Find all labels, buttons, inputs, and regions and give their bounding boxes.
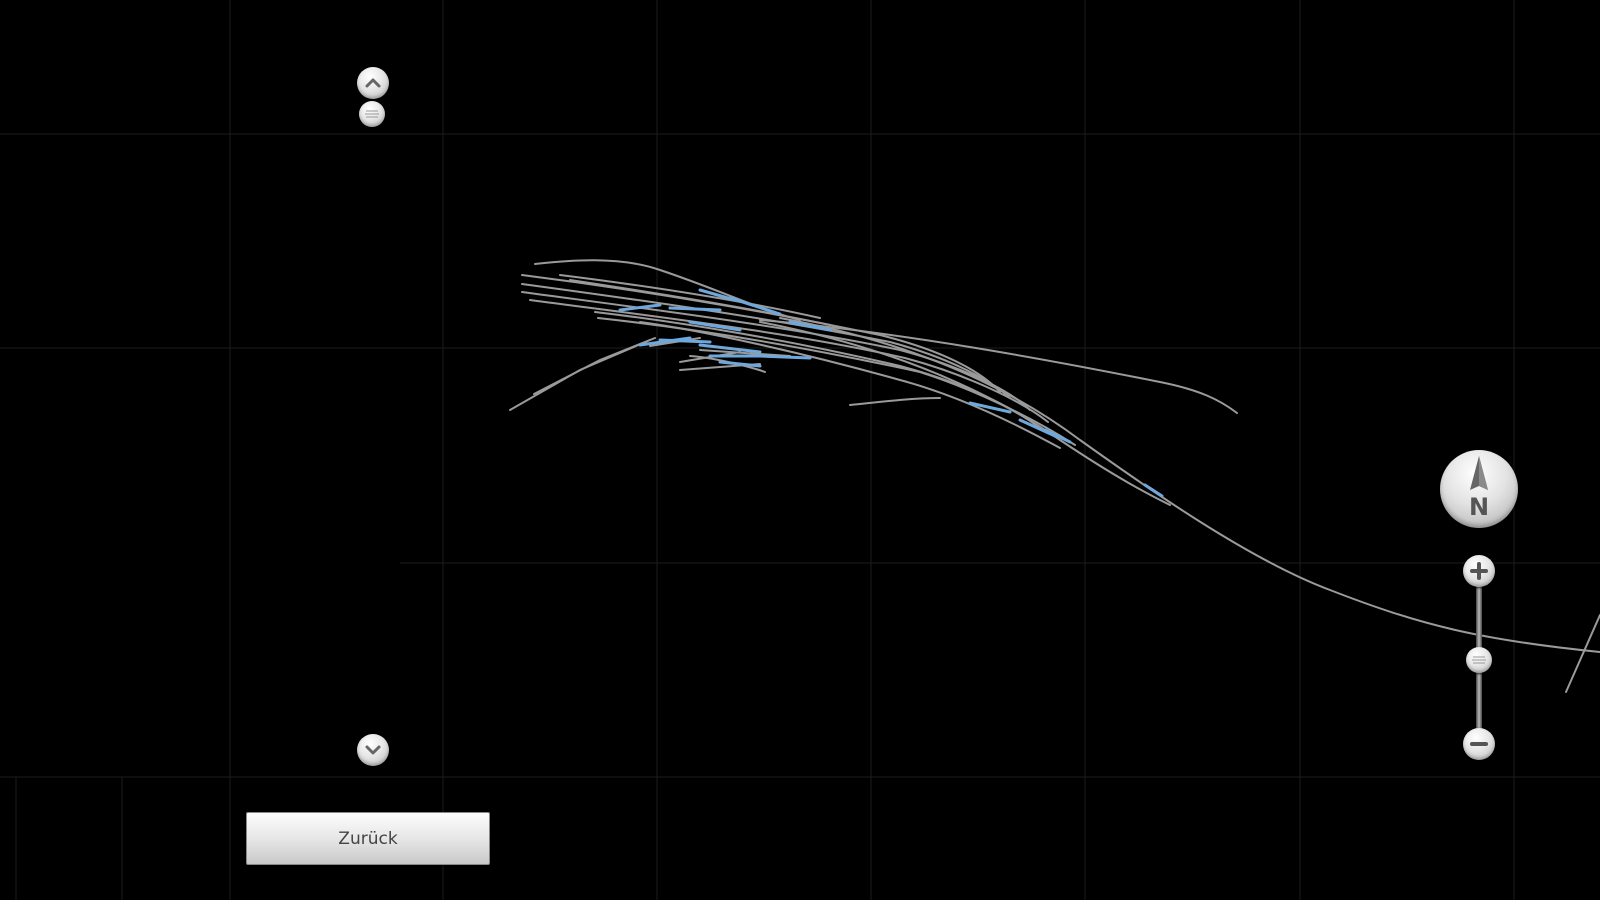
track-highlights <box>618 288 1164 498</box>
grip-icon <box>1472 656 1486 664</box>
compass-button[interactable]: N <box>1440 450 1518 528</box>
map-grid <box>0 0 1600 900</box>
scroll-down-button[interactable] <box>357 734 389 766</box>
back-button[interactable]: Zurück <box>246 812 490 865</box>
track-lines <box>509 259 1600 693</box>
zoom-slider-thumb[interactable] <box>1466 647 1492 673</box>
zoom-in-button[interactable] <box>1463 555 1495 587</box>
zoom-out-button[interactable] <box>1463 728 1495 760</box>
compass-north-label: N <box>1468 493 1490 521</box>
map-canvas[interactable] <box>0 0 1600 900</box>
scroll-handle[interactable] <box>359 101 385 127</box>
chevron-down-icon <box>365 745 381 755</box>
minus-icon <box>1470 742 1488 746</box>
chevron-up-icon <box>365 78 381 88</box>
scroll-up-button[interactable] <box>357 67 389 99</box>
plus-icon <box>1470 562 1488 580</box>
grip-icon <box>365 110 379 118</box>
